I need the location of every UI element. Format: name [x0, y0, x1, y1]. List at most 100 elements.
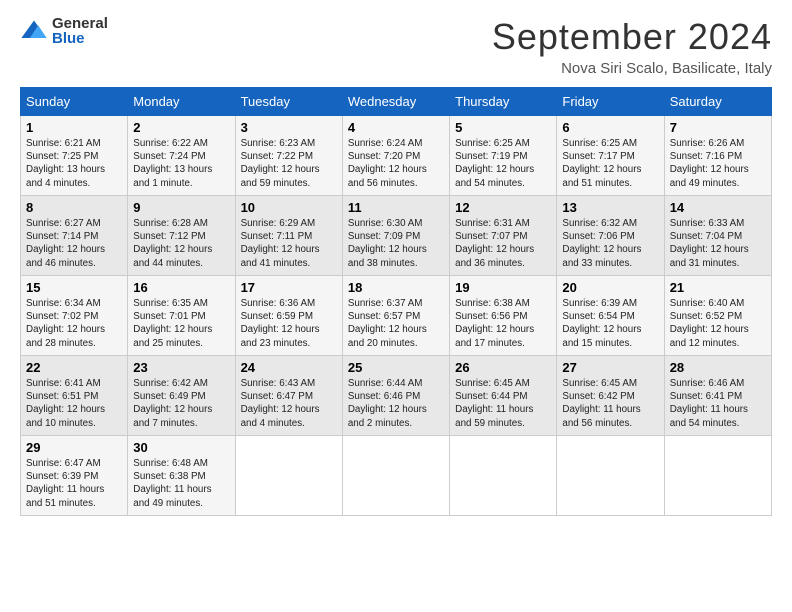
- cell-info: Sunrise: 6:43 AMSunset: 6:47 PMDaylight:…: [241, 377, 337, 430]
- calendar-cell: 9 Sunrise: 6:28 AMSunset: 7:12 PMDaylight…: [128, 196, 235, 276]
- calendar-cell: 2Sunrise: 6:22 AMSunset: 7:24 PMDaylight…: [128, 116, 235, 196]
- cell-info: Sunrise: 6:45 AMSunset: 6:44 PMDaylight:…: [455, 377, 551, 430]
- day-number: 1: [26, 120, 122, 135]
- day-number: 11: [348, 200, 444, 215]
- day-number: 29: [26, 440, 122, 455]
- calendar-week-4: 22 Sunrise: 6:41 AMSunset: 6:51 PMDayligh…: [21, 356, 772, 436]
- day-number: 9: [133, 200, 229, 215]
- day-number: 27: [562, 360, 658, 375]
- calendar-cell: [664, 436, 771, 516]
- cell-info: Sunrise: 6:29 AMSunset: 7:11 PMDaylight:…: [241, 217, 337, 270]
- cell-info: Sunrise: 6:45 AMSunset: 6:42 PMDaylight:…: [562, 377, 658, 430]
- day-number: 12: [455, 200, 551, 215]
- day-number: 15: [26, 280, 122, 295]
- calendar-cell: 23Sunrise: 6:42 AMSunset: 6:49 PMDayligh…: [128, 356, 235, 436]
- col-thursday: Thursday: [450, 88, 557, 116]
- day-number: 17: [241, 280, 337, 295]
- cell-info: Sunrise: 6:48 AMSunset: 6:38 PMDaylight:…: [133, 457, 229, 510]
- cell-info: Sunrise: 6:31 AMSunset: 7:07 PMDaylight:…: [455, 217, 551, 270]
- col-friday: Friday: [557, 88, 664, 116]
- calendar-cell: 13 Sunrise: 6:32 AMSunset: 7:06 PMDayligh…: [557, 196, 664, 276]
- day-number: 2: [133, 120, 229, 135]
- cell-info: Sunrise: 6:35 AMSunset: 7:01 PMDaylight:…: [133, 297, 229, 350]
- calendar-cell: 11 Sunrise: 6:30 AMSunset: 7:09 PMDayligh…: [342, 196, 449, 276]
- calendar-cell: 7Sunrise: 6:26 AMSunset: 7:16 PMDaylight…: [664, 116, 771, 196]
- calendar-cell: [450, 436, 557, 516]
- calendar-week-3: 15 Sunrise: 6:34 AMSunset: 7:02 PMDayligh…: [21, 276, 772, 356]
- cell-info: Sunrise: 6:41 AMSunset: 6:51 PMDaylight:…: [26, 377, 122, 430]
- calendar-table: Sunday Monday Tuesday Wednesday Thursday…: [20, 87, 772, 516]
- location-title: Nova Siri Scalo, Basilicate, Italy: [492, 60, 772, 77]
- day-number: 30: [133, 440, 229, 455]
- day-number: 3: [241, 120, 337, 135]
- day-number: 8: [26, 200, 122, 215]
- calendar-cell: 28Sunrise: 6:46 AMSunset: 6:41 PMDayligh…: [664, 356, 771, 436]
- cell-info: Sunrise: 6:36 AMSunset: 6:59 PMDaylight:…: [241, 297, 337, 350]
- cell-info: Sunrise: 6:38 AMSunset: 6:56 PMDaylight:…: [455, 297, 551, 350]
- calendar-cell: 17 Sunrise: 6:36 AMSunset: 6:59 PMDayligh…: [235, 276, 342, 356]
- calendar-cell: 25 Sunrise: 6:44 AMSunset: 6:46 PMDayligh…: [342, 356, 449, 436]
- calendar-week-5: 29 Sunrise: 6:47 AMSunset: 6:39 PMDayligh…: [21, 436, 772, 516]
- calendar-cell: [342, 436, 449, 516]
- calendar-cell: 20Sunrise: 6:39 AMSunset: 6:54 PMDayligh…: [557, 276, 664, 356]
- cell-info: Sunrise: 6:25 AMSunset: 7:17 PMDaylight:…: [562, 137, 658, 190]
- cell-info: Sunrise: 6:21 AMSunset: 7:25 PMDaylight:…: [26, 137, 122, 190]
- calendar-cell: [557, 436, 664, 516]
- calendar-cell: 16Sunrise: 6:35 AMSunset: 7:01 PMDayligh…: [128, 276, 235, 356]
- calendar-cell: 19 Sunrise: 6:38 AMSunset: 6:56 PMDayligh…: [450, 276, 557, 356]
- header: General Blue September 2024 Nova Siri Sc…: [20, 16, 772, 77]
- cell-info: Sunrise: 6:30 AMSunset: 7:09 PMDaylight:…: [348, 217, 444, 270]
- logo: General Blue: [20, 16, 108, 46]
- cell-info: Sunrise: 6:47 AMSunset: 6:39 PMDaylight:…: [26, 457, 122, 510]
- cell-info: Sunrise: 6:23 AMSunset: 7:22 PMDaylight:…: [241, 137, 337, 190]
- day-number: 24: [241, 360, 337, 375]
- title-block: September 2024 Nova Siri Scalo, Basilica…: [492, 16, 772, 77]
- calendar-cell: 10 Sunrise: 6:29 AMSunset: 7:11 PMDayligh…: [235, 196, 342, 276]
- calendar-cell: 30 Sunrise: 6:48 AMSunset: 6:38 PMDayligh…: [128, 436, 235, 516]
- calendar-cell: 21 Sunrise: 6:40 AMSunset: 6:52 PMDayligh…: [664, 276, 771, 356]
- calendar-cell: 5Sunrise: 6:25 AMSunset: 7:19 PMDaylight…: [450, 116, 557, 196]
- day-number: 20: [562, 280, 658, 295]
- day-number: 10: [241, 200, 337, 215]
- day-number: 14: [670, 200, 766, 215]
- cell-info: Sunrise: 6:24 AMSunset: 7:20 PMDaylight:…: [348, 137, 444, 190]
- day-number: 21: [670, 280, 766, 295]
- calendar-cell: 4 Sunrise: 6:24 AMSunset: 7:20 PMDaylight…: [342, 116, 449, 196]
- header-row: Sunday Monday Tuesday Wednesday Thursday…: [21, 88, 772, 116]
- logo-text: General Blue: [52, 16, 108, 46]
- day-number: 5: [455, 120, 551, 135]
- calendar-week-2: 8Sunrise: 6:27 AMSunset: 7:14 PMDaylight…: [21, 196, 772, 276]
- calendar-cell: 6 Sunrise: 6:25 AMSunset: 7:17 PMDaylight…: [557, 116, 664, 196]
- calendar-cell: 12 Sunrise: 6:31 AMSunset: 7:07 PMDayligh…: [450, 196, 557, 276]
- col-sunday: Sunday: [21, 88, 128, 116]
- calendar-cell: 14 Sunrise: 6:33 AMSunset: 7:04 PMDayligh…: [664, 196, 771, 276]
- day-number: 6: [562, 120, 658, 135]
- cell-info: Sunrise: 6:28 AMSunset: 7:12 PMDaylight:…: [133, 217, 229, 270]
- cell-info: Sunrise: 6:37 AMSunset: 6:57 PMDaylight:…: [348, 297, 444, 350]
- day-number: 4: [348, 120, 444, 135]
- cell-info: Sunrise: 6:34 AMSunset: 7:02 PMDaylight:…: [26, 297, 122, 350]
- day-number: 19: [455, 280, 551, 295]
- day-number: 13: [562, 200, 658, 215]
- calendar-cell: 24 Sunrise: 6:43 AMSunset: 6:47 PMDayligh…: [235, 356, 342, 436]
- cell-info: Sunrise: 6:26 AMSunset: 7:16 PMDaylight:…: [670, 137, 766, 190]
- day-number: 22: [26, 360, 122, 375]
- col-wednesday: Wednesday: [342, 88, 449, 116]
- day-number: 25: [348, 360, 444, 375]
- cell-info: Sunrise: 6:33 AMSunset: 7:04 PMDaylight:…: [670, 217, 766, 270]
- logo-blue: Blue: [52, 31, 108, 46]
- calendar-cell: 8Sunrise: 6:27 AMSunset: 7:14 PMDaylight…: [21, 196, 128, 276]
- calendar-cell: 26 Sunrise: 6:45 AMSunset: 6:44 PMDayligh…: [450, 356, 557, 436]
- calendar-cell: 18Sunrise: 6:37 AMSunset: 6:57 PMDayligh…: [342, 276, 449, 356]
- cell-info: Sunrise: 6:42 AMSunset: 6:49 PMDaylight:…: [133, 377, 229, 430]
- cell-info: Sunrise: 6:44 AMSunset: 6:46 PMDaylight:…: [348, 377, 444, 430]
- logo-icon: [20, 17, 48, 45]
- day-number: 26: [455, 360, 551, 375]
- cell-info: Sunrise: 6:32 AMSunset: 7:06 PMDaylight:…: [562, 217, 658, 270]
- day-number: 28: [670, 360, 766, 375]
- calendar-week-1: 1 Sunrise: 6:21 AMSunset: 7:25 PMDaylight…: [21, 116, 772, 196]
- calendar-cell: 1 Sunrise: 6:21 AMSunset: 7:25 PMDaylight…: [21, 116, 128, 196]
- page: General Blue September 2024 Nova Siri Sc…: [0, 0, 792, 612]
- cell-info: Sunrise: 6:40 AMSunset: 6:52 PMDaylight:…: [670, 297, 766, 350]
- calendar-cell: 15 Sunrise: 6:34 AMSunset: 7:02 PMDayligh…: [21, 276, 128, 356]
